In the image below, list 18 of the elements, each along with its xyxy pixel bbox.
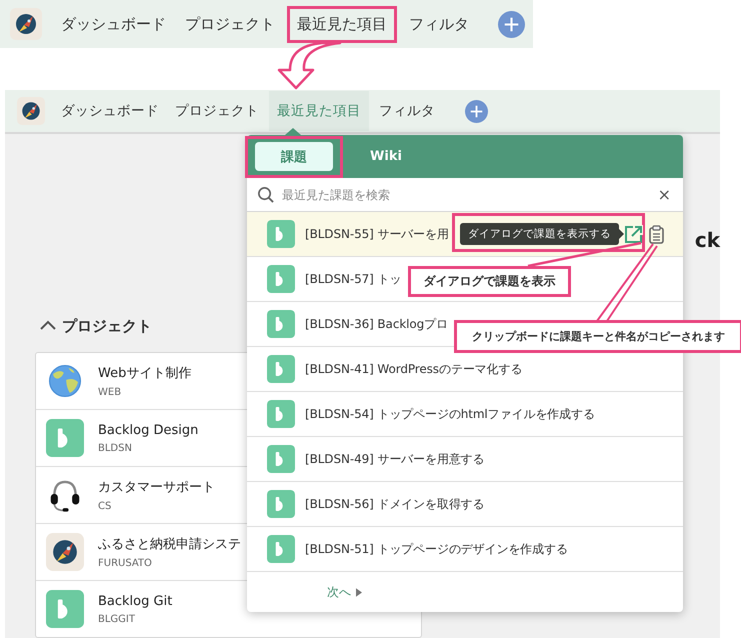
section-title: プロジェクト xyxy=(62,316,152,336)
project-key: BLDSN xyxy=(98,442,198,454)
tooltip: ダイアログで課題を表示する xyxy=(460,223,624,245)
issue-title: [BLDSN-41] WordPressのテーマ化する xyxy=(305,360,522,378)
project-key: FURUSATO xyxy=(98,558,241,569)
project-key: WEB xyxy=(98,387,192,398)
issue-title: [BLDSN-55] サーバーを用 xyxy=(305,226,449,242)
project-key: CS xyxy=(98,501,215,512)
annotation-tooltip: ダイアログで課題を表示 xyxy=(408,266,571,297)
issue-title: [BLDSN-56] ドメインを取得する xyxy=(305,496,485,512)
project-key: BLGGIT xyxy=(98,614,172,624)
issue-title: [BLDSN-57] トッ xyxy=(305,270,402,288)
issue-title: [BLDSN-51] トップページのデザインを作成する xyxy=(305,540,568,558)
issue-title: [BLDSN-54] トップページのhtmlファイルを作成する xyxy=(305,406,595,422)
annotation-tooltip: クリップボードに課題キーと件名がコピーされます xyxy=(454,320,741,353)
issue-title: [BLDSN-36] Backlogプロ xyxy=(305,316,448,332)
page-heading: ck xyxy=(694,228,720,252)
issue-title: [BLDSN-49] サーバーを用意する xyxy=(305,450,485,468)
